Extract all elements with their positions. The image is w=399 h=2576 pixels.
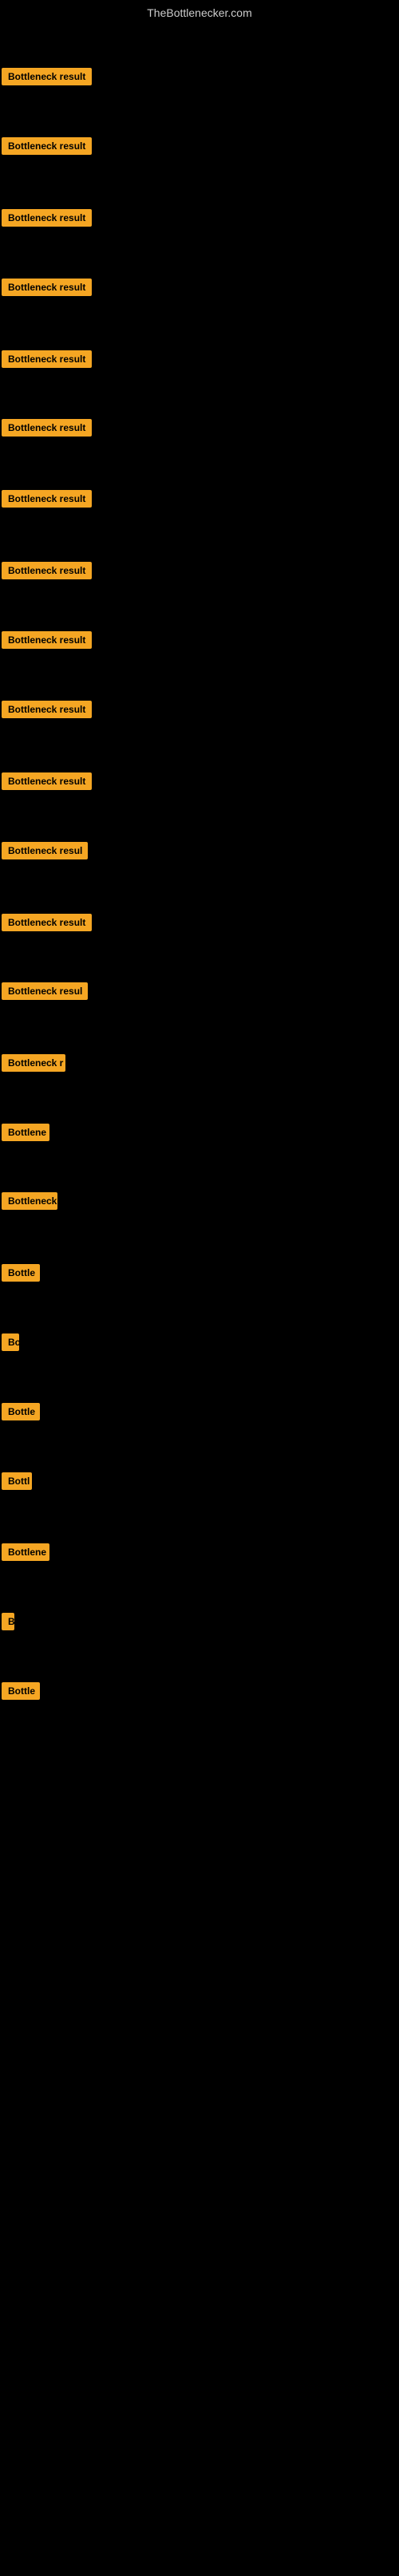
bottleneck-result-8[interactable]: Bottleneck result: [2, 562, 92, 583]
bottleneck-badge-text: Bottleneck: [2, 1192, 57, 1210]
bottleneck-badge-text: Bottleneck result: [2, 914, 92, 931]
bottleneck-result-16[interactable]: Bottlene: [2, 1124, 49, 1145]
bottleneck-result-22[interactable]: Bottlene: [2, 1543, 49, 1565]
bottleneck-badge-text: Bottle: [2, 1682, 40, 1700]
bottleneck-result-11[interactable]: Bottleneck result: [2, 772, 92, 794]
bottleneck-badge-text: Bottleneck r: [2, 1054, 65, 1072]
bottleneck-result-15[interactable]: Bottleneck r: [2, 1054, 65, 1076]
bottleneck-result-14[interactable]: Bottleneck resul: [2, 982, 88, 1004]
bottleneck-result-9[interactable]: Bottleneck result: [2, 631, 92, 653]
bottleneck-result-19[interactable]: Bo: [2, 1333, 19, 1355]
bottleneck-badge-text: Bottleneck resul: [2, 842, 88, 859]
bottleneck-result-20[interactable]: Bottle: [2, 1403, 40, 1424]
bottleneck-badge-text: Bottl: [2, 1472, 32, 1490]
bottleneck-badge-text: Bottleneck result: [2, 350, 92, 368]
bottleneck-badge-text: Bottlene: [2, 1543, 49, 1561]
bottleneck-badge-text: Bottle: [2, 1264, 40, 1282]
bottleneck-badge-text: Bottleneck result: [2, 490, 92, 508]
bottleneck-badge-text: B: [2, 1613, 14, 1630]
bottleneck-badge-text: Bottleneck result: [2, 419, 92, 437]
bottleneck-badge-text: Bottleneck result: [2, 772, 92, 790]
bottleneck-result-12[interactable]: Bottleneck resul: [2, 842, 88, 863]
bottleneck-badge-text: Bottleneck result: [2, 279, 92, 296]
bottleneck-badge-text: Bottleneck result: [2, 631, 92, 649]
bottleneck-badge-text: Bottlene: [2, 1124, 49, 1141]
bottleneck-badge-text: Bottleneck resul: [2, 982, 88, 1000]
bottleneck-badge-text: Bottleneck result: [2, 137, 92, 155]
bottleneck-result-3[interactable]: Bottleneck result: [2, 209, 92, 231]
bottleneck-badge-text: Bottle: [2, 1403, 40, 1420]
bottleneck-result-6[interactable]: Bottleneck result: [2, 419, 92, 441]
bottleneck-result-21[interactable]: Bottl: [2, 1472, 32, 1494]
bottleneck-result-5[interactable]: Bottleneck result: [2, 350, 92, 372]
site-title: TheBottlenecker.com: [0, 0, 399, 22]
bottleneck-badge-text: Bottleneck result: [2, 209, 92, 227]
bottleneck-result-2[interactable]: Bottleneck result: [2, 137, 92, 159]
bottleneck-result-1[interactable]: Bottleneck result: [2, 68, 92, 89]
bottleneck-result-10[interactable]: Bottleneck result: [2, 701, 92, 722]
bottleneck-result-17[interactable]: Bottleneck: [2, 1192, 57, 1214]
bottleneck-result-4[interactable]: Bottleneck result: [2, 279, 92, 300]
bottleneck-result-13[interactable]: Bottleneck result: [2, 914, 92, 935]
bottleneck-result-23[interactable]: B: [2, 1613, 14, 1634]
bottleneck-badge-text: Bottleneck result: [2, 68, 92, 85]
bottleneck-result-18[interactable]: Bottle: [2, 1264, 40, 1286]
site-title-text: TheBottlenecker.com: [147, 6, 252, 19]
bottleneck-badge-text: Bottleneck result: [2, 562, 92, 579]
bottleneck-badge-text: Bo: [2, 1333, 19, 1351]
bottleneck-result-7[interactable]: Bottleneck result: [2, 490, 92, 512]
bottleneck-result-24[interactable]: Bottle: [2, 1682, 40, 1704]
bottleneck-badge-text: Bottleneck result: [2, 701, 92, 718]
